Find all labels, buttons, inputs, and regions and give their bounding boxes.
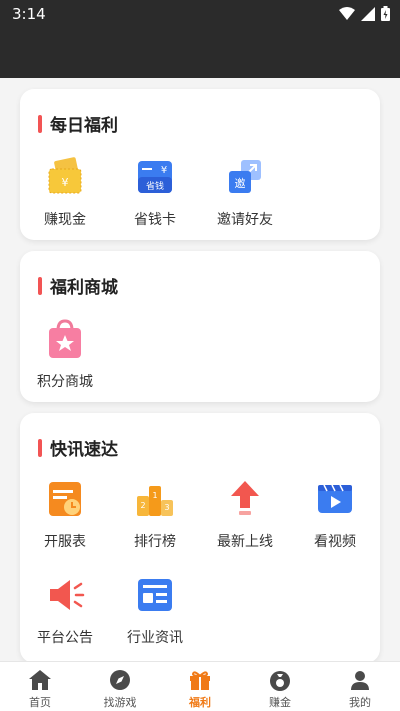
tab-label: 福利 — [189, 696, 211, 709]
section-title-text: 快讯速达 — [50, 440, 118, 460]
svg-text:3: 3 — [164, 503, 169, 512]
wifi-icon — [339, 6, 355, 20]
news-express-card: 快讯速达 开服表 2 1 3 排行榜 最新上线 看视频 平台公告 行业资讯 — [20, 413, 380, 663]
item-label: 开服表 — [44, 534, 86, 550]
earn-cash-item[interactable]: ¥ 赚现金 — [20, 155, 110, 229]
status-icons — [339, 6, 390, 21]
item-label: 看视频 — [314, 534, 356, 550]
status-bar: 3:14 — [0, 0, 400, 28]
title-accent-bar — [38, 438, 42, 457]
item-label: 行业资讯 — [127, 630, 183, 646]
item-label: 最新上线 — [217, 534, 273, 550]
bottom-tab-bar: 首页 找游戏 福利 赚金 我的 — [0, 661, 400, 711]
battery-icon — [381, 6, 390, 21]
podium-icon: 2 1 3 — [137, 486, 173, 516]
industry-news-item[interactable]: 行业资讯 — [110, 573, 200, 647]
invite-icon: 邀 — [229, 160, 261, 193]
tab-label: 首页 — [29, 696, 51, 709]
svg-text:1: 1 — [152, 491, 157, 500]
daily-benefits-card: 每日福利 ¥ 赚现金 ¥ 省钱 省钱卡 邀 邀请好友 — [20, 89, 380, 240]
title-accent-bar — [38, 276, 42, 295]
tab-label: 我的 — [349, 696, 371, 709]
section-title-text: 福利商城 — [50, 278, 118, 298]
item-label: 排行榜 — [134, 534, 176, 550]
invite-badge-text: 邀 — [235, 176, 246, 190]
platform-notice-item[interactable]: 平台公告 — [20, 573, 110, 647]
gift-icon — [190, 671, 210, 690]
video-icon — [318, 484, 352, 513]
section-title-text: 每日福利 — [50, 116, 118, 136]
section-title: 每日福利 — [38, 111, 118, 136]
saving-card-badge-text: 省钱 — [146, 180, 164, 192]
item-label: 赚现金 — [44, 212, 86, 228]
benefits-mall-card: 福利商城 积分商城 — [20, 251, 380, 402]
status-time: 3:14 — [12, 5, 46, 23]
saving-card-icon: ¥ 省钱 — [138, 161, 172, 193]
tab-benefits[interactable]: 福利 — [160, 662, 240, 711]
item-label: 省钱卡 — [134, 212, 176, 228]
svg-text:2: 2 — [140, 501, 145, 510]
title-accent-bar — [38, 114, 42, 133]
compass-icon — [110, 670, 130, 690]
header-band — [0, 28, 400, 78]
arrow-up-icon — [231, 481, 259, 515]
section-title: 快讯速达 — [38, 435, 118, 460]
shopping-bag-icon — [49, 319, 81, 358]
megaphone-icon — [50, 580, 85, 610]
svg-text:¥: ¥ — [161, 165, 167, 176]
invite-friends-item[interactable]: 邀 邀请好友 — [200, 155, 290, 229]
user-icon — [351, 671, 369, 690]
tab-earn-gold[interactable]: 赚金 — [240, 662, 320, 711]
item-label: 积分商城 — [37, 374, 93, 390]
tab-label: 赚金 — [269, 696, 291, 709]
saving-card-item[interactable]: ¥ 省钱 省钱卡 — [110, 155, 200, 229]
leaderboard-item[interactable]: 2 1 3 排行榜 — [110, 477, 200, 551]
money-bag-icon — [270, 671, 290, 691]
tab-mine[interactable]: 我的 — [320, 662, 400, 711]
server-schedule-item[interactable]: 开服表 — [20, 477, 110, 551]
watch-video-item[interactable]: 看视频 — [290, 477, 380, 551]
latest-online-item[interactable]: 最新上线 — [200, 477, 290, 551]
server-schedule-icon — [49, 482, 81, 516]
points-mall-item[interactable]: 积分商城 — [20, 317, 110, 391]
item-label: 邀请好友 — [217, 212, 273, 228]
section-title: 福利商城 — [38, 273, 118, 298]
item-label: 平台公告 — [37, 630, 93, 646]
svg-text:¥: ¥ — [62, 176, 69, 189]
tab-label: 找游戏 — [103, 696, 137, 709]
home-icon — [29, 670, 51, 690]
news-icon — [138, 579, 172, 611]
signal-icon — [361, 6, 375, 21]
cash-tickets-icon: ¥ — [48, 157, 82, 194]
tab-find-games[interactable]: 找游戏 — [80, 662, 160, 711]
tab-home[interactable]: 首页 — [0, 662, 80, 711]
